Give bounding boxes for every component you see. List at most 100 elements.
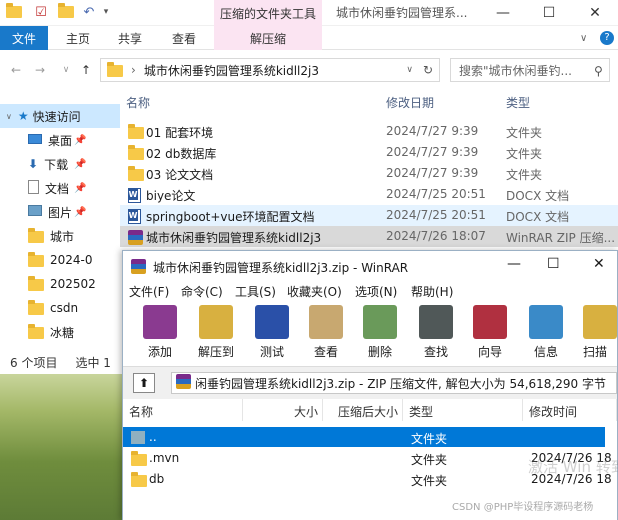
tab-file[interactable]: 文件 — [0, 26, 48, 50]
explorer-title-bar: ☑ ↶ ▾ 压缩的文件夹工具 城市休闲垂钓园管理系... — ☐ ✕ — [0, 0, 618, 26]
column-header-type[interactable]: 类型 — [403, 399, 523, 421]
compressed-folder-tools-tab[interactable]: 压缩的文件夹工具 — [214, 0, 322, 26]
file-name: biye论文 — [146, 189, 196, 203]
archive-path: 闲垂钓园管理系统kidll2j3.zip - ZIP 压缩文件, 解包大小为 5… — [195, 376, 606, 391]
up-arrow-icon[interactable]: ↑ — [76, 60, 96, 80]
star-icon: ★ — [17, 109, 29, 123]
breadcrumb[interactable]: 城市休闲垂钓园管理系统kidll2j3 — [144, 62, 319, 79]
maximize-button[interactable]: ☐ — [526, 0, 572, 26]
breadcrumb-chevron-icon[interactable]: › — [131, 63, 136, 77]
recent-chevron-icon[interactable]: ∨ — [56, 60, 76, 80]
properties-icon[interactable]: ☑ — [32, 3, 50, 21]
column-header-name[interactable]: 名称 — [126, 94, 150, 111]
archive-row-selected[interactable]: .. 文件夹 — [123, 427, 605, 447]
winrar-menu-bar: 文件(F) 命令(C) 工具(S) 收藏夹(O) 选项(N) 帮助(H) — [123, 281, 617, 301]
column-header-modified[interactable]: 修改时间 — [523, 399, 617, 421]
file-row-selected[interactable]: 城市休闲垂钓园管理系统kidll2j3 2024/7/26 18:07 WinR… — [120, 226, 618, 247]
add-button[interactable]: 添加 — [135, 305, 185, 365]
nav-item-label: 城市 — [50, 229, 75, 244]
delete-icon — [363, 305, 397, 339]
file-name: 01 配套环境 — [146, 126, 214, 140]
folder-icon — [28, 275, 44, 291]
toolbar-label: 查看 — [313, 345, 338, 359]
view-button[interactable]: 查看 — [301, 305, 351, 365]
up-folder-button[interactable]: ⬆ — [133, 373, 155, 393]
column-header-packed[interactable]: 压缩后大小 — [323, 399, 403, 421]
folder-icon — [107, 61, 123, 77]
find-icon — [419, 305, 453, 339]
nav-item-pictures[interactable]: 图片 📌 — [0, 200, 120, 224]
file-row[interactable]: 02 db数据库 2024/7/27 9:39 文件夹 — [120, 142, 618, 163]
docx-icon — [128, 209, 141, 227]
search-input[interactable]: 搜索"城市休闲垂钓... — [450, 58, 610, 82]
nav-item-folder[interactable]: 202502 — [0, 272, 120, 296]
column-header-name[interactable]: 名称 — [123, 399, 243, 421]
menu-help[interactable]: 帮助(H) — [411, 283, 453, 300]
column-header-type[interactable]: 类型 — [506, 94, 530, 111]
close-button[interactable]: ✕ — [593, 256, 605, 272]
menu-favorites[interactable]: 收藏夹(O) — [287, 283, 342, 300]
refresh-icon[interactable]: ↻ — [423, 63, 433, 77]
column-header-size[interactable]: 大小 — [243, 399, 323, 421]
file-row[interactable]: springboot+vue环境配置文档 2024/7/25 20:51 DOC… — [120, 205, 618, 226]
parent-folder-icon — [131, 431, 145, 447]
file-date: 2024/7/25 20:51 — [386, 208, 486, 222]
file-name: 02 db数据库 — [146, 147, 217, 161]
undo-icon[interactable]: ↶ — [80, 3, 98, 21]
file-date: 2024/7/27 9:39 — [386, 145, 479, 159]
nav-item-folder[interactable]: 冰糖 — [0, 320, 120, 344]
find-button[interactable]: 查找 — [411, 305, 461, 365]
winrar-title: 城市休闲垂钓园管理系统kidll2j3.zip - WinRAR — [153, 261, 409, 275]
new-folder-icon[interactable] — [58, 3, 74, 21]
close-button[interactable]: ✕ — [572, 0, 618, 26]
column-header-date[interactable]: 修改日期 — [386, 94, 434, 111]
menu-commands[interactable]: 命令(C) — [181, 283, 223, 300]
tab-home[interactable]: 主页 — [66, 26, 90, 50]
test-icon — [255, 305, 289, 339]
nav-item-documents[interactable]: 文档 📌 — [0, 176, 120, 200]
nav-item-folder[interactable]: 城市 — [0, 224, 120, 248]
maximize-button[interactable]: ☐ — [547, 256, 560, 272]
nav-item-quick-access[interactable]: ∨ ★ 快速访问 — [0, 104, 120, 128]
minimize-button[interactable]: — — [480, 0, 526, 26]
chevron-down-icon[interactable]: ∨ — [580, 26, 596, 50]
menu-tools[interactable]: 工具(S) — [235, 283, 276, 300]
folder-icon — [28, 227, 44, 243]
nav-item-folder[interactable]: 2024-0 — [0, 248, 120, 272]
tab-view[interactable]: 查看 — [172, 26, 196, 50]
archive-path-field[interactable]: 闲垂钓园管理系统kidll2j3.zip - ZIP 压缩文件, 解包大小为 5… — [171, 372, 617, 394]
address-dropdown-icon[interactable]: ∨ — [406, 65, 413, 75]
delete-button[interactable]: 删除 — [355, 305, 405, 365]
forward-arrow-icon[interactable]: → — [30, 60, 50, 80]
wizard-button[interactable]: 向导 — [465, 305, 515, 365]
help-icon[interactable]: ? — [600, 26, 616, 50]
nav-item-desktop[interactable]: 桌面 📌 — [0, 128, 120, 152]
ribbon-tabs: 文件 主页 共享 查看 解压缩 ∨ ? — [0, 26, 618, 50]
nav-item-downloads[interactable]: ⬇ 下载 📌 — [0, 152, 120, 176]
chevron-down-icon[interactable]: ∨ — [6, 112, 12, 121]
info-button[interactable]: 信息 — [521, 305, 571, 365]
extract-to-button[interactable]: 解压到 — [191, 305, 241, 365]
scan-button[interactable]: 扫描 — [575, 305, 617, 365]
menu-options[interactable]: 选项(N) — [355, 283, 397, 300]
address-bar[interactable]: › 城市休闲垂钓园管理系统kidll2j3 ∨ ↻ — [100, 58, 440, 82]
nav-item-label: 桌面 — [48, 133, 73, 148]
folder-icon — [128, 144, 144, 160]
toolbar-label: 测试 — [259, 345, 284, 359]
file-row[interactable]: biye论文 2024/7/25 20:51 DOCX 文档 — [120, 184, 618, 205]
tab-share[interactable]: 共享 — [118, 26, 142, 50]
test-button[interactable]: 测试 — [247, 305, 297, 365]
archive-item-type: 文件夹 — [411, 432, 448, 446]
file-row[interactable]: 01 配套环境 2024/7/27 9:39 文件夹 — [120, 121, 618, 142]
nav-item-label: csdn — [50, 301, 79, 315]
file-row[interactable]: 03 论文文档 2024/7/27 9:39 文件夹 — [120, 163, 618, 184]
nav-item-label: 文档 — [45, 181, 70, 196]
menu-file[interactable]: 文件(F) — [129, 283, 169, 300]
tab-extract[interactable]: 解压缩 — [214, 26, 322, 50]
winrar-icon — [131, 259, 146, 277]
back-arrow-icon[interactable]: ← — [6, 60, 26, 80]
archive-item-name: .mvn — [149, 451, 180, 465]
customize-qa-icon[interactable]: ▾ — [100, 3, 112, 21]
nav-item-folder[interactable]: csdn — [0, 296, 120, 320]
minimize-button[interactable]: — — [507, 256, 521, 272]
